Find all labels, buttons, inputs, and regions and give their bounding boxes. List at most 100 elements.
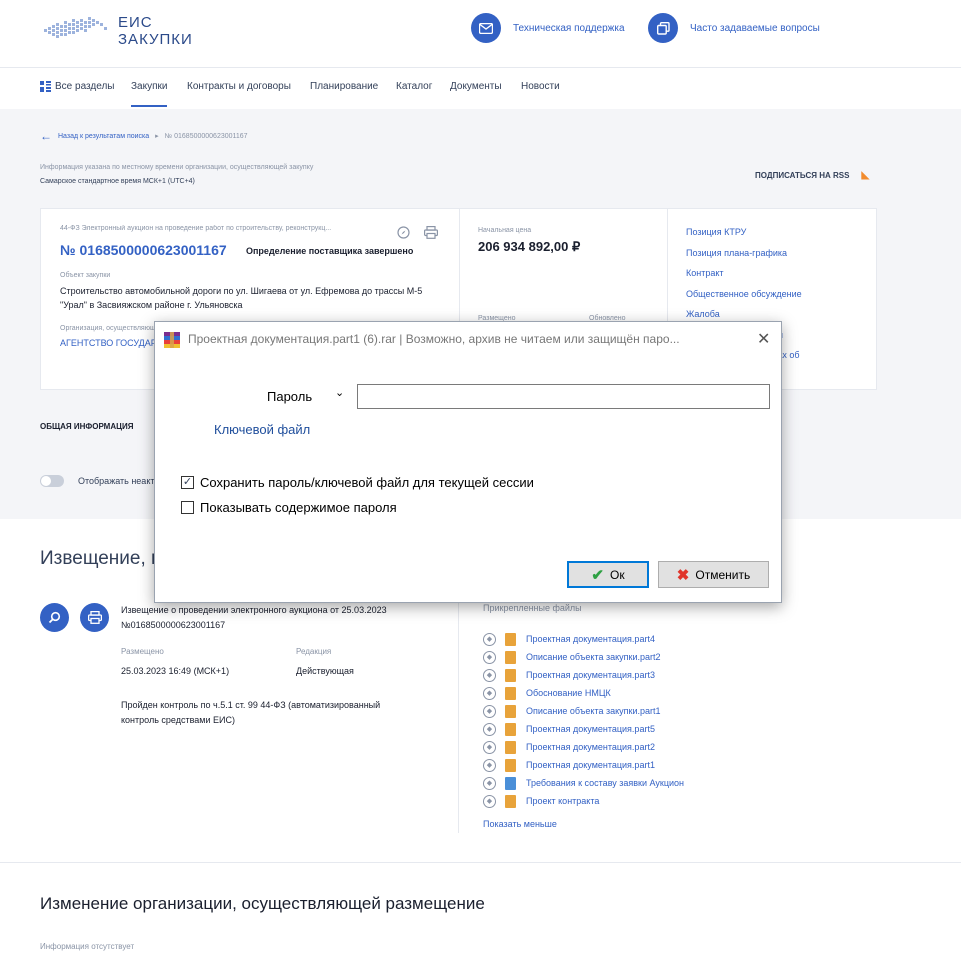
dialog-titlebar[interactable]: Проектная документация.part1 (6).rar | В…	[155, 322, 781, 358]
attached-file-item[interactable]: ◆ Проектная документация.part2	[483, 738, 684, 756]
compass-icon[interactable]	[397, 226, 410, 242]
attached-file-name: Описание объекта закупки.part2	[526, 652, 661, 662]
price-label: Начальная цена	[478, 227, 532, 234]
nav-item-catalog[interactable]: Каталог	[396, 81, 432, 92]
main-nav: Все разделы Закупки Контракты и договоры…	[0, 67, 961, 109]
dialog-title: Проектная документация.part1 (6).rar | В…	[188, 332, 680, 346]
cross-icon: ✖	[676, 566, 690, 584]
compass-icon[interactable]: ◆	[483, 758, 496, 772]
edition-value: Действующая	[296, 666, 354, 676]
link-ktru[interactable]: Позиция КТРУ	[686, 225, 802, 246]
attached-file-item[interactable]: ◆ Описание объекта закупки.part1	[483, 702, 684, 720]
attached-files-label: Прикрепленные файлы	[483, 603, 582, 613]
logo-text-line1: ЕИС	[118, 14, 153, 31]
link-contract[interactable]: Контракт	[686, 266, 802, 287]
compass-icon[interactable]: ◆	[483, 704, 496, 718]
compass-icon[interactable]: ◆	[483, 722, 496, 736]
notice-text: Извещение о проведении электронного аукц…	[121, 605, 387, 630]
password-input[interactable]	[357, 384, 770, 409]
link-plan-schedule[interactable]: Позиция плана-графика	[686, 246, 802, 267]
nav-item-planning[interactable]: Планирование	[310, 81, 378, 92]
purchase-number[interactable]: № 0168500000623001167	[60, 242, 227, 258]
attached-file-name: Проектная документация.part4	[526, 634, 655, 644]
support-link[interactable]: Техническая поддержка	[471, 13, 625, 43]
nav-item-contracts[interactable]: Контракты и договоры	[187, 81, 291, 92]
attached-file-item[interactable]: ◆ Проект контракта	[483, 792, 684, 810]
search-button[interactable]	[40, 603, 69, 632]
rss-icon: ◣	[861, 170, 870, 181]
attached-file-name: Проектная документация.part5	[526, 724, 655, 734]
start-price: 206 934 892,00 ₽	[478, 239, 581, 254]
document-icon	[505, 686, 516, 700]
compass-icon[interactable]: ◆	[483, 794, 496, 808]
show-password-checkbox[interactable]: Показывать содержимое пароля	[181, 500, 397, 515]
nav-item-documents[interactable]: Документы	[450, 81, 502, 92]
faq-link-label: Часто задаваемые вопросы	[690, 22, 820, 34]
ok-button[interactable]: ✔ Ок	[567, 561, 649, 588]
arrow-left-icon[interactable]: ←	[40, 129, 52, 143]
toggle-switch[interactable]	[40, 475, 64, 487]
print-button[interactable]	[80, 603, 109, 632]
document-icon	[505, 650, 516, 664]
show-less-link[interactable]: Показать меньше	[483, 819, 557, 829]
close-icon[interactable]: ✕	[757, 329, 770, 349]
password-label: Пароль	[267, 389, 313, 404]
print-icon	[87, 611, 102, 624]
keyfile-link[interactable]: Ключевой файл	[214, 422, 310, 437]
attached-file-item[interactable]: ◆ Обоснование НМЦК	[483, 684, 684, 702]
nav-item-purchases[interactable]: Закупки	[131, 81, 168, 107]
eis-logo[interactable]: ЕИС ЗАКУПКИ	[40, 12, 200, 52]
breadcrumb-current: № 0168500000623001167	[164, 132, 248, 140]
attached-file-item[interactable]: ◆ Требования к составу заявки Аукцион	[483, 774, 684, 792]
law-type-text: 44-ФЗ Электронный аукцион на проведение …	[60, 225, 332, 232]
posted-value: 25.03.2023 16:49 (МСК+1)	[121, 666, 230, 676]
timezone-value: Самарское стандартное время МСК+1 (UTC+4…	[40, 178, 195, 185]
checkbox-unchecked-icon[interactable]	[181, 501, 194, 514]
attached-file-name: Проектная документация.part2	[526, 742, 655, 752]
attached-file-name: Требования к составу заявки Аукцион	[526, 778, 685, 788]
timezone-note: Информация указана по местному времени о…	[40, 164, 314, 171]
mail-icon	[471, 13, 501, 43]
faq-link[interactable]: Часто задаваемые вопросы	[648, 13, 820, 43]
chevron-down-icon[interactable]: ⌄	[335, 386, 344, 399]
attached-file-item[interactable]: ◆ Проектная документация.part5	[483, 720, 684, 738]
attached-file-item[interactable]: ◆ Проектная документация.part4	[483, 630, 684, 648]
compass-icon[interactable]: ◆	[483, 650, 496, 664]
object-label: Объект закупки	[60, 272, 111, 279]
magnifier-icon	[48, 611, 61, 624]
breadcrumb: ← Назад к результатам поиска ▸ № 0168500…	[40, 129, 248, 143]
attached-file-name: Проект контракта	[526, 796, 600, 806]
document-icon	[505, 722, 516, 736]
checkmark-icon: ✔	[591, 566, 604, 584]
password-dialog: Проектная документация.part1 (6).rar | В…	[154, 321, 782, 603]
attached-files-list: ◆ Проектная документация.part4 ◆ Описание о…	[483, 630, 684, 810]
back-to-search-link[interactable]: Назад к результатам поиска	[58, 133, 149, 140]
support-link-label: Техническая поддержка	[513, 22, 625, 34]
attached-file-name: Проектная документация.part3	[526, 670, 655, 680]
sections-grid-icon	[40, 81, 51, 92]
compass-icon[interactable]: ◆	[483, 776, 496, 790]
compass-icon[interactable]: ◆	[483, 668, 496, 682]
no-info-text: Информация отсутствует	[40, 942, 135, 951]
compass-icon[interactable]: ◆	[483, 632, 496, 646]
link-public-discussion[interactable]: Общественное обсуждение	[686, 287, 802, 308]
print-icon[interactable]	[424, 226, 439, 242]
save-password-checkbox[interactable]: ✓ Сохранить пароль/ключевой файл для тек…	[181, 475, 534, 490]
attached-file-item[interactable]: ◆ Описание объекта закупки.part2	[483, 648, 684, 666]
nav-item-all-sections[interactable]: Все разделы	[40, 81, 114, 92]
document-icon	[505, 758, 516, 772]
cancel-button[interactable]: ✖ Отменить	[658, 561, 769, 588]
control-text: Пройден контроль по ч.5.1 ст. 99 44-ФЗ (…	[121, 700, 381, 725]
logo-text-line2: ЗАКУПКИ	[118, 31, 193, 48]
compass-icon[interactable]: ◆	[483, 686, 496, 700]
checkbox-checked-icon[interactable]: ✓	[181, 476, 194, 489]
tab-general-info[interactable]: ОБЩАЯ ИНФОРМАЦИЯ	[40, 422, 133, 431]
compass-icon[interactable]: ◆	[483, 740, 496, 754]
attached-file-item[interactable]: ◆ Проектная документация.part3	[483, 666, 684, 684]
nav-item-news[interactable]: Новости	[521, 81, 560, 92]
rss-subscribe-link[interactable]: ПОДПИСАТЬСЯ НА RSS ◣	[755, 170, 869, 181]
site-header: ЕИС ЗАКУПКИ Техническая поддержка Часто …	[0, 0, 961, 67]
attached-file-item[interactable]: ◆ Проектная документация.part1	[483, 756, 684, 774]
document-icon	[505, 632, 516, 646]
object-text: Строительство автомобильной дороги по ул…	[60, 286, 423, 310]
